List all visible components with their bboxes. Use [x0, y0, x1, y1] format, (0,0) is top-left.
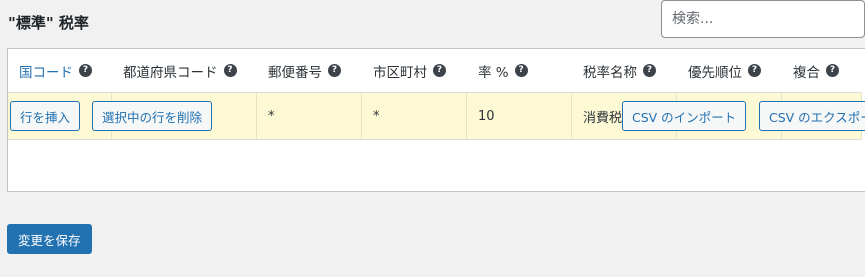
column-header-tax-name: 税率名称?	[572, 49, 677, 92]
help-icon[interactable]: ?	[748, 64, 761, 77]
help-icon[interactable]: ?	[826, 64, 839, 77]
save-changes-button[interactable]: 変更を保存	[7, 224, 92, 254]
column-header-city: 市区町村?	[362, 49, 467, 92]
postcode-cell[interactable]: *	[257, 93, 362, 139]
help-icon[interactable]: ?	[643, 64, 656, 77]
help-icon[interactable]: ?	[514, 64, 528, 77]
column-header-compound: 複合?	[782, 49, 862, 92]
tax-rates-page: "標準" 税率 国コード? 都道府県コード? 郵便番号? 市区町村? 率 %? …	[0, 0, 865, 277]
help-icon[interactable]: ?	[433, 64, 446, 77]
table-header: 国コード? 都道府県コード? 郵便番号? 市区町村? 率 %? 税率名称? 優先…	[8, 49, 862, 93]
help-icon[interactable]: ?	[328, 64, 341, 77]
help-icon[interactable]: ?	[223, 64, 237, 77]
help-icon[interactable]: ?	[79, 64, 92, 77]
export-csv-button[interactable]: CSV のエクスポート	[759, 101, 865, 131]
city-cell[interactable]: *	[362, 93, 467, 139]
column-header-rate: 率 %?	[467, 49, 572, 92]
column-header-priority: 優先順位?	[677, 49, 782, 92]
column-header-country[interactable]: 国コード?	[8, 49, 112, 92]
search-input[interactable]	[661, 0, 865, 38]
rate-cell[interactable]: 10	[467, 93, 572, 139]
delete-selected-rows-button[interactable]: 選択中の行を削除	[92, 101, 213, 131]
page-title: "標準" 税率	[8, 14, 89, 32]
insert-row-button[interactable]: 行を挿入	[10, 101, 81, 131]
column-header-postcode: 郵便番号?	[257, 49, 362, 92]
column-header-state: 都道府県コード?	[112, 49, 257, 92]
import-csv-button[interactable]: CSV のインポート	[622, 101, 747, 131]
